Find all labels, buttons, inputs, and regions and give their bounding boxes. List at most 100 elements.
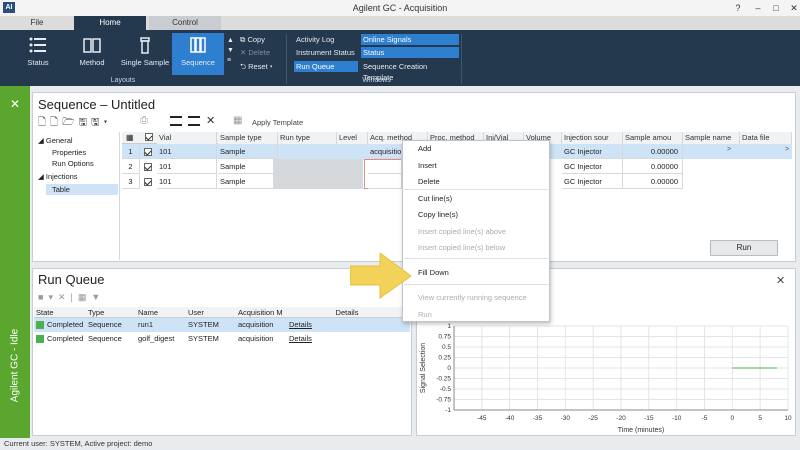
- column-header[interactable]: Sample type: [218, 132, 278, 144]
- filter-icon[interactable]: ▼: [91, 292, 105, 302]
- status-layout-label: Status: [27, 58, 49, 67]
- windows-group-label: Windows: [362, 77, 391, 84]
- sequence-icon: [190, 37, 206, 53]
- sample-amount-cell[interactable]: 0.00000: [623, 159, 683, 174]
- stop-icon[interactable]: ■: [38, 292, 48, 302]
- help-button[interactable]: ?: [728, 0, 748, 16]
- ribbon-scroll-icon[interactable]: ▲ ▼ ≡: [227, 36, 234, 66]
- status-window-button[interactable]: Status: [361, 47, 459, 58]
- run-queue-column-header[interactable]: Type: [88, 307, 138, 318]
- nav-properties[interactable]: Properties: [52, 148, 86, 157]
- run-queue-button[interactable]: Run Queue: [294, 61, 358, 72]
- instrument-status-button[interactable]: Instrument Status: [294, 47, 358, 58]
- save-icon[interactable]: 🖫: [79, 117, 92, 128]
- apply-template-button[interactable]: Apply Template: [252, 118, 303, 127]
- sample-type-cell[interactable]: Sample: [218, 174, 278, 189]
- row-checkbox[interactable]: [144, 177, 152, 187]
- maximize-button[interactable]: □: [766, 0, 786, 16]
- menu-item-cut[interactable]: Cut line(s): [418, 192, 452, 206]
- chevron-down-icon[interactable]: ▾: [48, 292, 58, 302]
- column-header[interactable]: Vial: [157, 132, 217, 144]
- vial-cell[interactable]: 101: [157, 159, 217, 174]
- menu-item-run[interactable]: Run: [418, 308, 432, 322]
- minimize-button[interactable]: –: [748, 0, 768, 16]
- run-queue-column-header[interactable]: Name: [138, 307, 188, 318]
- vial-cell[interactable]: 101: [157, 174, 217, 189]
- nav-run-options[interactable]: Run Options: [52, 159, 94, 168]
- single-sample-button[interactable]: Single Sample: [120, 34, 170, 76]
- column-header[interactable]: Level: [337, 132, 368, 144]
- sample-amount-cell[interactable]: 0.00000: [623, 174, 683, 189]
- nav-injections[interactable]: ◢ Injections: [38, 172, 78, 181]
- column-header[interactable]: Injection sour: [562, 132, 623, 144]
- run-queue-column-header[interactable]: Details: [288, 307, 406, 318]
- copy-button[interactable]: ⧉ Copy: [238, 34, 288, 45]
- close-icon[interactable]: ✕: [7, 97, 23, 111]
- status-layout-button[interactable]: Status: [18, 34, 58, 76]
- menu-item-fill-down[interactable]: Fill Down: [418, 266, 449, 280]
- row-checkbox[interactable]: [144, 147, 152, 157]
- vial-cell[interactable]: 101: [157, 144, 217, 159]
- chevron-down-icon[interactable]: ▾: [104, 117, 112, 128]
- sample-type-cell[interactable]: Sample: [218, 144, 278, 159]
- sequence-layout-button[interactable]: Sequence: [172, 34, 224, 76]
- injection-source-cell[interactable]: GC Injector: [562, 159, 623, 174]
- injection-source-cell[interactable]: GC Injector: [562, 174, 623, 189]
- open-icon[interactable]: 🗁: [62, 117, 78, 128]
- menu-item-insert-above[interactable]: Insert copied line(s) above: [418, 225, 506, 239]
- select-all-checkbox[interactable]: [145, 132, 153, 142]
- data-file-expand-icon[interactable]: >: [785, 146, 793, 157]
- insert-row-above-icon[interactable]: [170, 116, 182, 126]
- details-link[interactable]: Details: [289, 332, 312, 346]
- sample-name-expand-icon[interactable]: >: [727, 146, 735, 157]
- menu-item-insert-below[interactable]: Insert copied line(s) below: [418, 241, 505, 255]
- reset-button[interactable]: ⮌ Reset ▾: [238, 61, 288, 72]
- x-tick-label: -10: [672, 415, 682, 422]
- details-link[interactable]: Details: [289, 318, 312, 332]
- insert-row-below-icon[interactable]: [188, 116, 200, 126]
- column-header[interactable]: Sample amou: [623, 132, 683, 144]
- new-sequence-icon[interactable]: 🗋: [38, 117, 50, 128]
- run-queue-column-header[interactable]: State: [36, 307, 88, 318]
- row-checkbox[interactable]: [144, 162, 152, 172]
- acq-method-cell[interactable]: [368, 174, 402, 189]
- sample-type-cell[interactable]: Sample: [218, 159, 278, 174]
- injection-source-cell[interactable]: GC Injector: [562, 144, 623, 159]
- close-icon[interactable]: ✕: [776, 274, 785, 287]
- column-header[interactable]: Sample name: [683, 132, 740, 144]
- remove-icon[interactable]: ✕: [58, 292, 71, 302]
- tab-file[interactable]: File: [0, 16, 74, 30]
- menu-item-delete[interactable]: Delete: [418, 175, 440, 189]
- run-sequence-button[interactable]: Run: [710, 240, 778, 256]
- report-icon[interactable]: ▦: [78, 292, 92, 302]
- nav-general[interactable]: ◢ General: [38, 136, 73, 145]
- close-window-button[interactable]: ✕: [784, 0, 800, 16]
- sample-amount-cell[interactable]: 0.00000: [623, 144, 683, 159]
- method-layout-button[interactable]: Method: [74, 34, 110, 76]
- reset-label: Reset: [248, 62, 268, 71]
- tab-home[interactable]: Home: [74, 16, 146, 30]
- y-tick-label: -0.75: [436, 397, 451, 404]
- run-queue-column-header[interactable]: Acquisition M: [238, 307, 288, 318]
- acq-method-cell[interactable]: acquisition: [368, 144, 402, 159]
- menu-item-view-running[interactable]: View currently running sequence: [418, 291, 527, 305]
- save-as-icon[interactable]: 🖫: [91, 117, 104, 128]
- nav-table[interactable]: Table: [46, 184, 118, 195]
- column-header[interactable]: Run type: [278, 132, 337, 144]
- menu-item-copy[interactable]: Copy line(s): [418, 208, 458, 222]
- activity-log-button[interactable]: Activity Log: [294, 34, 358, 45]
- sequence-creation-template-button[interactable]: Sequence Creation Template: [361, 61, 459, 82]
- tab-control[interactable]: Control: [149, 16, 221, 30]
- acq-method-cell[interactable]: [368, 159, 402, 174]
- new-from-template-icon[interactable]: 🗋: [50, 117, 62, 128]
- menu-item-insert[interactable]: Insert: [418, 159, 437, 173]
- column-header[interactable]: Data file: [740, 132, 792, 144]
- print-icon[interactable]: ⎙: [140, 115, 148, 126]
- online-signals-button[interactable]: Online Signals: [361, 34, 459, 45]
- delete-button[interactable]: ✕ Delete: [238, 47, 288, 58]
- menu-item-add[interactable]: Add: [418, 142, 431, 156]
- grid-options-icon[interactable]: ▦: [126, 133, 134, 142]
- name-cell: run1: [138, 320, 154, 329]
- delete-row-icon[interactable]: ✕: [206, 114, 215, 127]
- run-queue-column-header[interactable]: User: [188, 307, 238, 318]
